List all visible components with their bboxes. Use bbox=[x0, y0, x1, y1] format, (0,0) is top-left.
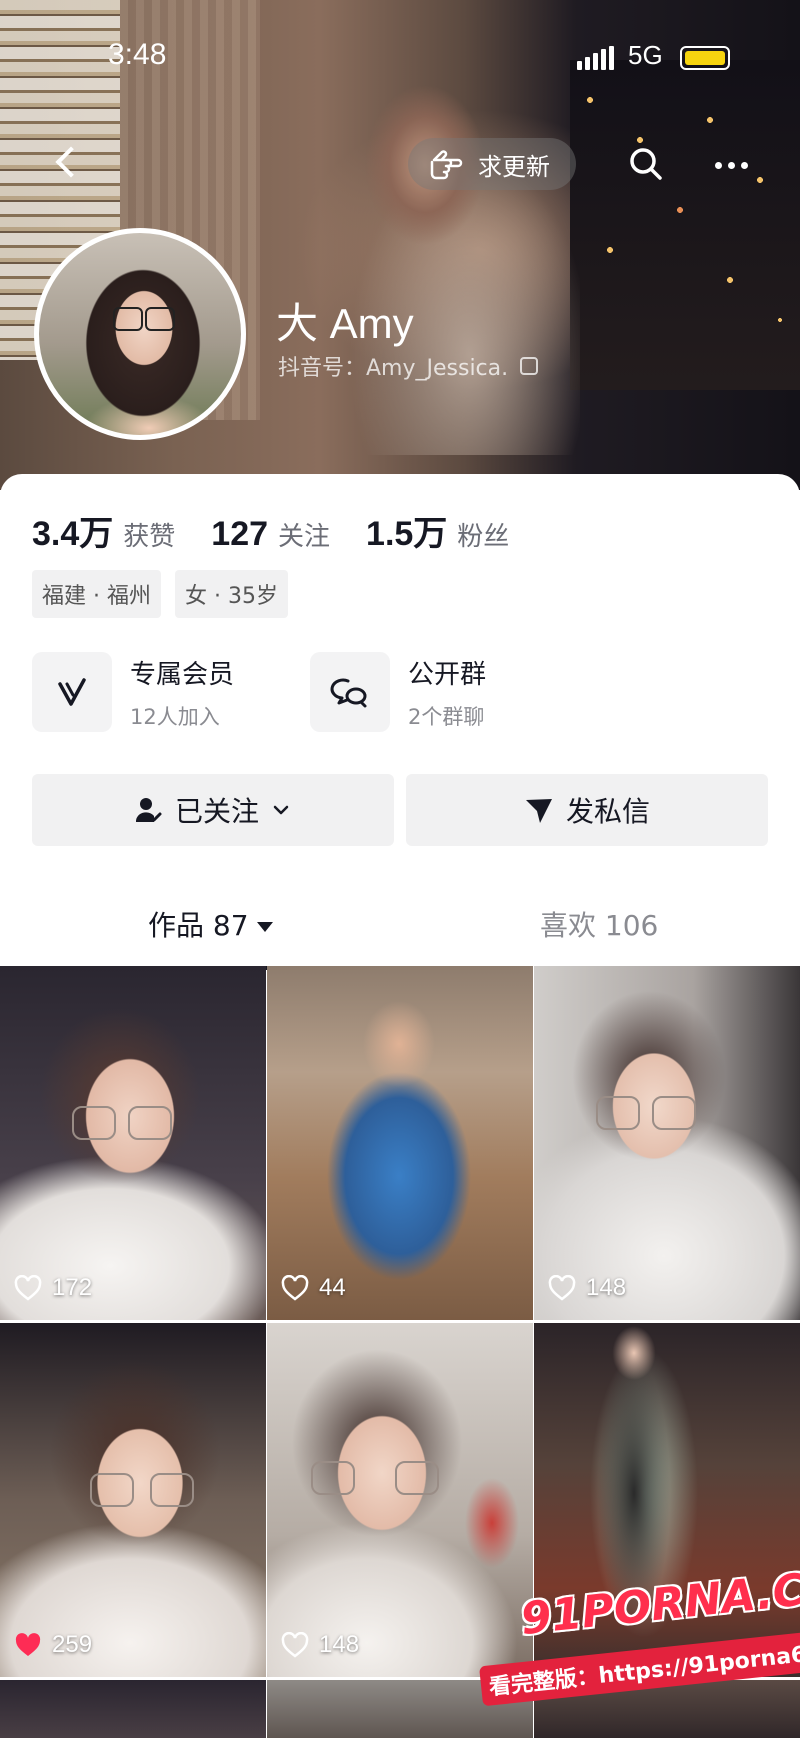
like-count-value: 148 bbox=[586, 1274, 627, 1301]
tab-works[interactable]: 作品 87 bbox=[148, 904, 273, 944]
search-icon[interactable] bbox=[628, 146, 664, 182]
stat-likes[interactable]: 3.4万 获赞 bbox=[32, 506, 175, 555]
feature-group-chat-title: 公开群 bbox=[408, 659, 487, 690]
watermark: 91PORNA.COM 看完整版：https://91porna65.com bbox=[479, 1556, 800, 1738]
feature-membership-subtitle: 12人加入 bbox=[130, 704, 220, 729]
request-update-label: 求更新 bbox=[478, 152, 550, 181]
thumbnail-glasses bbox=[72, 1106, 172, 1140]
heart-outline-icon bbox=[281, 1275, 309, 1301]
heart-filled-icon bbox=[15, 1633, 41, 1656]
like-count-value: 148 bbox=[319, 1631, 360, 1658]
like-count: 259 bbox=[14, 1631, 92, 1659]
feature-membership-title: 专属会员 bbox=[130, 659, 235, 690]
back-icon[interactable] bbox=[50, 145, 84, 179]
followed-label: 已关注 bbox=[174, 795, 259, 828]
thumbnail-glasses bbox=[311, 1461, 439, 1495]
like-count: 44 bbox=[281, 1274, 346, 1302]
tag-location: 福建 · 福州 bbox=[32, 570, 161, 618]
video-thumbnail[interactable] bbox=[0, 1680, 266, 1738]
like-count: 172 bbox=[14, 1274, 92, 1302]
cover-photo-figure bbox=[330, 55, 580, 455]
heart-outline-icon bbox=[548, 1275, 576, 1301]
tag-gender-age: 女 · 35岁 bbox=[174, 570, 288, 618]
vip-v-icon bbox=[32, 652, 112, 732]
send-message-button[interactable]: 发私信 bbox=[406, 774, 768, 846]
like-count-value: 44 bbox=[319, 1274, 346, 1301]
video-thumbnail[interactable]: 172 bbox=[0, 966, 266, 1320]
request-update-button[interactable]: 求更新 bbox=[408, 138, 576, 190]
stat-following-value: 127 bbox=[211, 515, 269, 553]
profile-actions: 已关注 发私信 bbox=[32, 774, 768, 846]
user-check-icon bbox=[135, 798, 162, 822]
handle-text: 抖音号：Amy_Jessica. bbox=[278, 356, 509, 381]
pointing-hand-icon bbox=[430, 150, 463, 180]
group-chat-icon bbox=[310, 652, 390, 732]
send-paper-plane-icon bbox=[525, 799, 552, 823]
video-thumbnail[interactable]: 148 bbox=[534, 966, 800, 1320]
feature-group-chat-subtitle: 2个群聊 bbox=[408, 704, 485, 729]
stat-followers[interactable]: 1.5万 粉丝 bbox=[366, 506, 509, 555]
caret-down-icon bbox=[256, 922, 273, 932]
copy-icon[interactable] bbox=[520, 357, 539, 375]
send-message-label: 发私信 bbox=[565, 795, 650, 828]
stat-followers-label: 粉丝 bbox=[457, 522, 510, 552]
signal-icon bbox=[577, 46, 617, 70]
heart-outline-icon bbox=[281, 1632, 309, 1658]
battery-icon bbox=[680, 46, 730, 70]
profile-stats: 3.4万 获赞 127 关注 1.5万 粉丝 bbox=[32, 506, 545, 555]
stat-followers-value: 1.5万 bbox=[366, 515, 448, 553]
stat-likes-value: 3.4万 bbox=[32, 515, 114, 553]
status-time: 3:48 bbox=[108, 38, 167, 71]
video-thumbnail[interactable]: 259 bbox=[0, 1323, 266, 1677]
followed-button[interactable]: 已关注 bbox=[32, 774, 394, 846]
more-options-icon[interactable] bbox=[715, 150, 755, 180]
thumbnail-glasses bbox=[90, 1473, 194, 1507]
heart-outline-icon bbox=[14, 1275, 42, 1301]
tab-likes[interactable]: 喜欢 106 bbox=[540, 904, 658, 944]
video-thumbnail[interactable]: 44 bbox=[267, 966, 533, 1320]
status-bar: 3:48 5G bbox=[0, 0, 800, 110]
stat-following[interactable]: 127 关注 bbox=[211, 515, 330, 554]
profile-features: 专属会员 12人加入 公开群 2个群聊 bbox=[32, 652, 560, 732]
feature-group-chat[interactable]: 公开群 2个群聊 bbox=[310, 652, 560, 732]
profile-name: 大 Amy bbox=[276, 300, 414, 347]
avatar-glasses bbox=[111, 307, 177, 331]
chevron-down-icon bbox=[273, 805, 289, 815]
profile-tags: 福建 · 福州 女 · 35岁 bbox=[32, 570, 288, 618]
like-count-value: 172 bbox=[52, 1274, 93, 1301]
stat-likes-label: 获赞 bbox=[123, 522, 176, 552]
thumbnail-glasses bbox=[596, 1096, 696, 1130]
like-count: 148 bbox=[281, 1631, 359, 1659]
like-count-value: 259 bbox=[52, 1631, 93, 1658]
profile-handle: 抖音号：Amy_Jessica. bbox=[278, 350, 539, 382]
feature-membership[interactable]: 专属会员 12人加入 bbox=[32, 652, 282, 732]
stat-following-label: 关注 bbox=[278, 522, 331, 552]
like-count: 148 bbox=[548, 1274, 626, 1302]
tab-works-label: 作品 87 bbox=[148, 909, 249, 942]
network-type: 5G bbox=[628, 40, 663, 70]
avatar[interactable] bbox=[34, 228, 246, 440]
content-tabs: 作品 87 喜欢 106 bbox=[0, 874, 800, 974]
